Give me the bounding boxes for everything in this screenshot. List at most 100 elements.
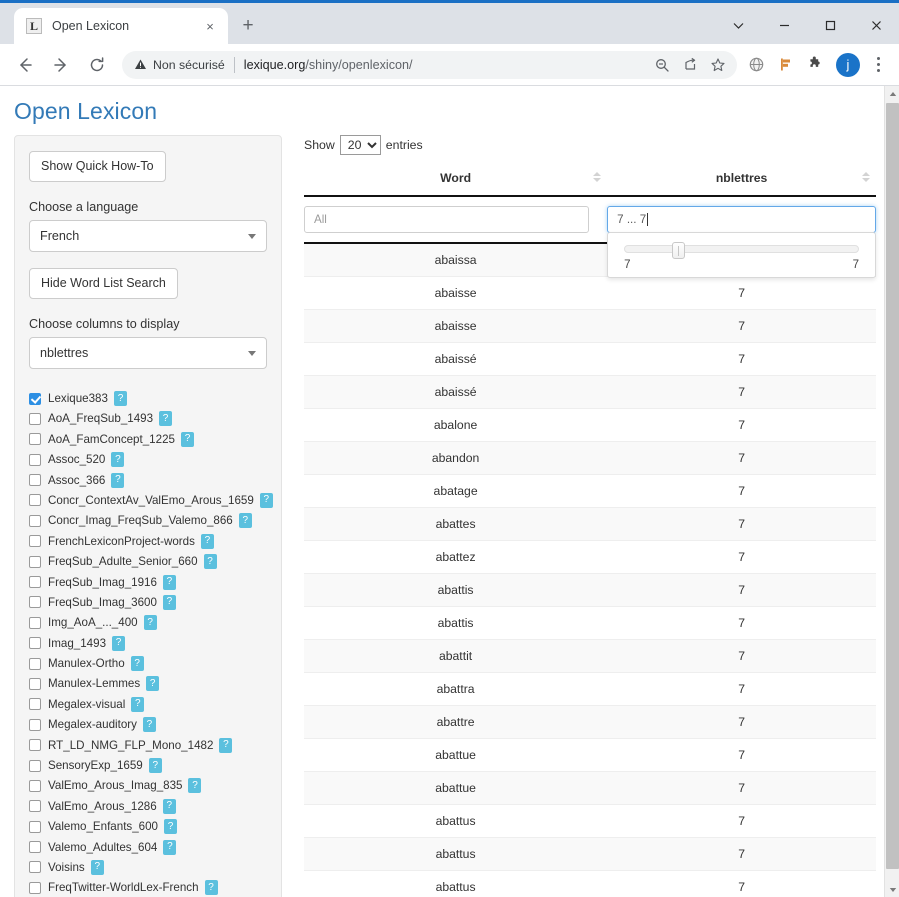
page-length-select[interactable]: 20 xyxy=(339,135,381,155)
dataset-checkbox-row[interactable]: FrenchLexiconProject-words? xyxy=(29,533,267,549)
dataset-checkbox[interactable] xyxy=(29,779,41,792)
dataset-checkbox[interactable] xyxy=(29,392,41,405)
help-icon[interactable]: ? xyxy=(204,880,218,896)
hide-word-list-search-button[interactable]: Hide Word List Search xyxy=(29,268,178,299)
columns-select[interactable]: nblettres xyxy=(29,337,267,369)
globe-extension-icon[interactable] xyxy=(743,52,769,78)
dataset-checkbox[interactable] xyxy=(29,841,41,854)
show-quick-howto-button[interactable]: Show Quick How-To xyxy=(29,151,166,182)
help-icon[interactable]: ? xyxy=(164,819,178,835)
help-icon[interactable]: ? xyxy=(238,513,252,529)
dataset-checkbox-row[interactable]: Valemo_Enfants_600? xyxy=(29,819,267,835)
scrollbar-thumb[interactable] xyxy=(886,103,899,869)
share-icon[interactable] xyxy=(677,52,703,78)
table-row[interactable]: abatage 7 xyxy=(304,474,876,508)
column-header-word[interactable]: Word xyxy=(304,169,608,197)
table-row[interactable]: abandon 7 xyxy=(304,441,876,475)
dataset-checkbox-row[interactable]: Valemo_Adultes_604? xyxy=(29,839,267,855)
help-icon[interactable]: ? xyxy=(180,431,194,447)
new-tab-button[interactable]: + xyxy=(234,12,262,40)
help-icon[interactable]: ? xyxy=(162,798,176,814)
range-slider-track[interactable] xyxy=(624,242,859,259)
dataset-checkbox[interactable] xyxy=(29,494,41,507)
signpost-extension-icon[interactable] xyxy=(772,52,798,78)
range-slider-handle[interactable] xyxy=(671,242,685,259)
dataset-checkbox[interactable] xyxy=(29,412,41,425)
table-row[interactable]: abattus 7 xyxy=(304,837,876,871)
forward-icon[interactable] xyxy=(46,50,76,80)
minimize-window-icon[interactable] xyxy=(761,3,807,47)
table-row[interactable]: abattre 7 xyxy=(304,705,876,739)
dataset-checkbox[interactable] xyxy=(29,637,41,650)
help-icon[interactable]: ? xyxy=(200,533,214,549)
dataset-checkbox-row[interactable]: ValEmo_Arous_Imag_835? xyxy=(29,778,267,794)
dataset-checkbox-row[interactable]: FreqSub_Imag_1916? xyxy=(29,574,267,590)
sort-icon[interactable] xyxy=(593,172,602,182)
dataset-checkbox[interactable] xyxy=(29,555,41,568)
table-row[interactable]: abaisse 7 xyxy=(304,276,876,310)
help-icon[interactable]: ? xyxy=(90,859,104,875)
help-icon[interactable]: ? xyxy=(162,574,176,590)
search-tabs-icon[interactable] xyxy=(715,3,761,47)
table-row[interactable]: abattit 7 xyxy=(304,639,876,673)
table-row[interactable]: abattus 7 xyxy=(304,804,876,838)
language-select[interactable]: French xyxy=(29,220,267,252)
help-icon[interactable]: ? xyxy=(148,758,162,774)
dataset-checkbox-row[interactable]: Megalex-auditory? xyxy=(29,717,267,733)
dataset-checkbox-row[interactable]: Megalex-visual? xyxy=(29,696,267,712)
bookmark-star-icon[interactable] xyxy=(705,52,731,78)
dataset-checkbox[interactable] xyxy=(29,514,41,527)
help-icon[interactable]: ? xyxy=(130,656,144,672)
dataset-checkbox-row[interactable]: FreqSub_Imag_3600? xyxy=(29,594,267,610)
table-row[interactable]: abaisse 7 xyxy=(304,309,876,343)
dataset-checkbox[interactable] xyxy=(29,474,41,487)
dataset-checkbox-row[interactable]: Concr_ContextAv_ValEmo_Arous_1659? xyxy=(29,492,273,508)
dataset-checkbox[interactable] xyxy=(29,698,41,711)
dataset-checkbox[interactable] xyxy=(29,861,41,874)
dataset-checkbox-row[interactable]: FreqSub_Adulte_Senior_660? xyxy=(29,554,267,570)
help-icon[interactable]: ? xyxy=(203,554,217,570)
dataset-checkbox[interactable] xyxy=(29,576,41,589)
dataset-checkbox-row[interactable]: AoA_FamConcept_1225? xyxy=(29,431,267,447)
help-icon[interactable]: ? xyxy=(146,676,160,692)
dataset-checkbox-row[interactable]: Manulex-Lemmes? xyxy=(29,676,267,692)
dataset-checkbox-row[interactable]: ValEmo_Arous_1286? xyxy=(29,798,267,814)
help-icon[interactable]: ? xyxy=(162,594,176,610)
reload-icon[interactable] xyxy=(82,50,112,80)
dataset-checkbox-row[interactable]: Imag_1493? xyxy=(29,635,267,651)
dataset-checkbox[interactable] xyxy=(29,596,41,609)
dataset-checkbox-row[interactable]: Manulex-Ortho? xyxy=(29,656,267,672)
dataset-checkbox[interactable] xyxy=(29,657,41,670)
maximize-window-icon[interactable] xyxy=(807,3,853,47)
dataset-checkbox[interactable] xyxy=(29,881,41,894)
table-row[interactable]: abaissé 7 xyxy=(304,342,876,376)
scroll-down-icon[interactable] xyxy=(885,882,899,897)
scroll-up-icon[interactable] xyxy=(885,86,899,101)
dataset-checkbox[interactable] xyxy=(29,718,41,731)
dataset-checkbox[interactable] xyxy=(29,433,41,446)
help-icon[interactable]: ? xyxy=(163,839,177,855)
dataset-checkbox-row[interactable]: Img_AoA_..._400? xyxy=(29,615,267,631)
help-icon[interactable]: ? xyxy=(143,615,157,631)
table-row[interactable]: abalone 7 xyxy=(304,408,876,442)
close-tab-icon[interactable]: × xyxy=(200,16,220,36)
dataset-checkbox-row[interactable]: Concr_Imag_FreqSub_Valemo_866? xyxy=(29,513,267,529)
help-icon[interactable]: ? xyxy=(188,778,202,794)
close-window-icon[interactable] xyxy=(853,3,899,47)
help-icon[interactable]: ? xyxy=(142,717,156,733)
profile-avatar[interactable]: j xyxy=(836,52,860,77)
page-scrollbar[interactable] xyxy=(884,86,899,897)
dataset-checkbox-row[interactable]: AoA_FreqSub_1493? xyxy=(29,411,267,427)
table-row[interactable]: abaissé 7 xyxy=(304,375,876,409)
table-row[interactable]: abattue 7 xyxy=(304,738,876,772)
dataset-checkbox[interactable] xyxy=(29,616,41,629)
browser-menu-icon[interactable] xyxy=(867,52,889,78)
dataset-checkbox-row[interactable]: Lexique383? xyxy=(29,391,267,406)
nblettres-filter-input[interactable]: 7 ... 7 xyxy=(607,206,876,233)
word-filter-input[interactable]: All xyxy=(304,206,590,233)
dataset-checkbox-row[interactable]: SensoryExp_1659? xyxy=(29,758,267,774)
nblettres-range-slider-popup[interactable]: 7 7 xyxy=(607,232,876,278)
dataset-checkbox-row[interactable]: Assoc_520? xyxy=(29,452,267,468)
address-bar[interactable]: Non sécurisé lexique.org/shiny/openlexic… xyxy=(122,50,737,79)
puzzle-extensions-icon[interactable] xyxy=(801,52,827,78)
